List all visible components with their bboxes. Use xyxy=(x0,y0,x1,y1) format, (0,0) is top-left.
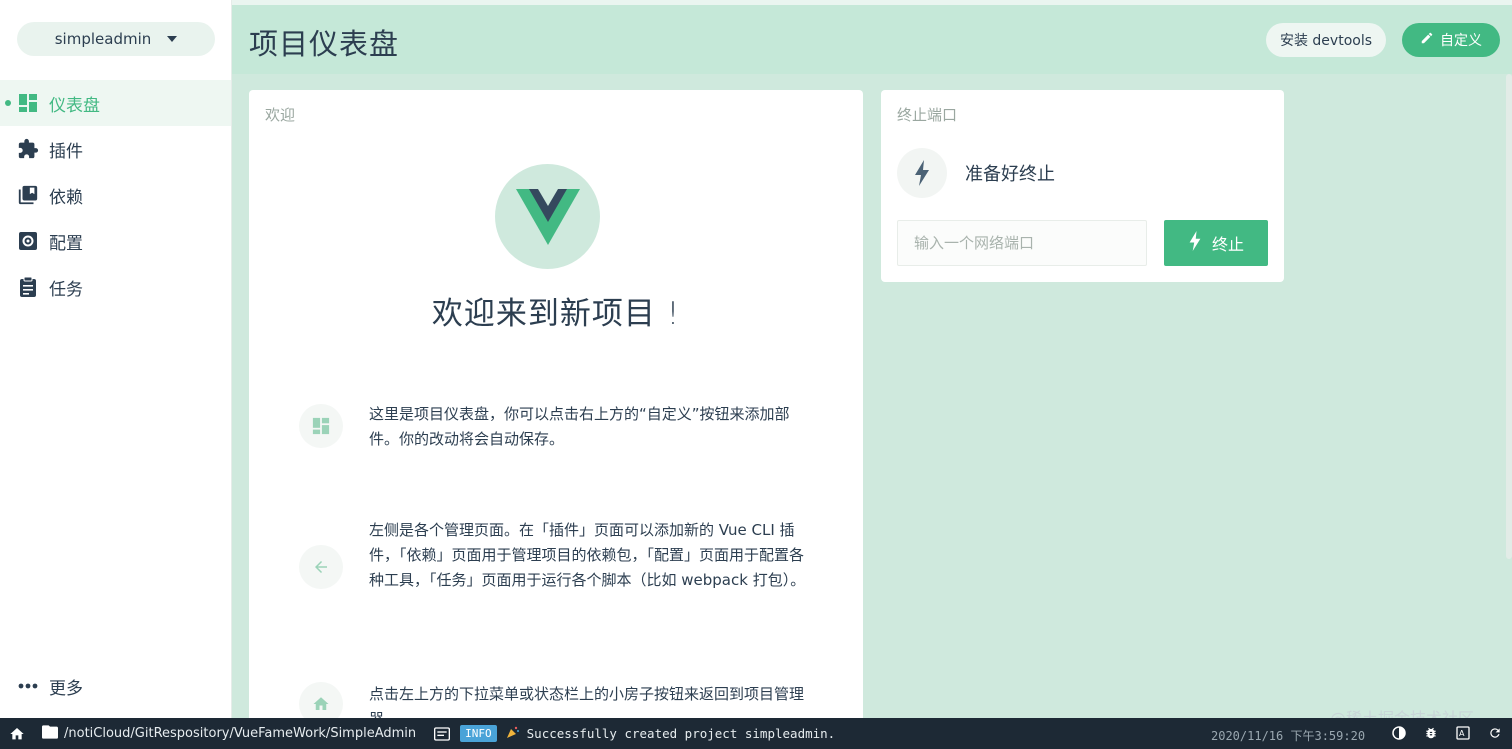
sidebar-item-tasks[interactable]: 任务 xyxy=(0,264,231,310)
welcome-widget: 欢迎 欢迎来到新项目 ! 这里是项目仪表盘，你可以点击右上方的“自定义”按钮来添… xyxy=(249,90,863,730)
widget-title: 欢迎 xyxy=(265,106,296,124)
sidebar-item-dependencies[interactable]: 依赖 xyxy=(0,172,231,218)
sidebar-item-label: 任务 xyxy=(49,279,83,300)
sidebar-item-config[interactable]: 配置 xyxy=(0,218,231,264)
vue-logo xyxy=(495,164,600,269)
sidebar-item-dashboard[interactable]: 仪表盘 xyxy=(0,80,231,126)
refresh-icon[interactable] xyxy=(1486,724,1504,742)
more-dots-icon xyxy=(17,683,39,689)
lightning-icon xyxy=(897,148,947,198)
port-input[interactable] xyxy=(897,220,1147,266)
tip-text: 这里是项目仪表盘，你可以点击右上方的“自定义”按钮来添加部件。你的改动将会自动保… xyxy=(369,405,790,448)
home-icon[interactable] xyxy=(2,726,32,742)
project-selector-label: simpleadmin xyxy=(54,30,152,48)
arrow-left-icon xyxy=(299,545,343,589)
project-path[interactable]: /notiCloud/GitRespository/VueFameWork/Si… xyxy=(42,724,417,743)
caret-down-icon xyxy=(167,36,178,42)
kill-status-text: 准备好终止 xyxy=(965,164,1055,185)
sidebar-item-label: 仪表盘 xyxy=(49,95,100,116)
project-path-text: /notiCloud/GitRespository/VueFameWork/Si… xyxy=(64,726,417,741)
log-level-badge: INFO xyxy=(460,725,497,742)
page-title: 项目仪表盘 xyxy=(249,27,400,61)
library-icon xyxy=(17,184,39,206)
clipboard-icon xyxy=(17,276,39,298)
puzzle-icon xyxy=(17,138,39,160)
dark-mode-toggle-icon[interactable] xyxy=(1390,724,1408,742)
active-indicator xyxy=(5,100,11,106)
install-devtools-label: 安装 devtools xyxy=(1279,33,1373,49)
bug-icon[interactable] xyxy=(1422,724,1440,742)
dashboard-icon xyxy=(17,92,39,114)
sidebar-item-label: 插件 xyxy=(49,141,83,162)
tip-text: 左侧是各个管理页面。在「插件」页面可以添加新的 Vue CLI 插件，「依赖」页… xyxy=(369,521,806,589)
party-popper-icon xyxy=(506,726,519,741)
sidebar-item-plugins[interactable]: 插件 xyxy=(0,126,231,172)
console-log-icon[interactable] xyxy=(434,726,451,741)
statusbar-actions: A xyxy=(1390,724,1504,742)
dashboard-icon xyxy=(299,404,343,448)
sidebar-item-label: 配置 xyxy=(49,233,83,254)
sidebar-item-label: 依赖 xyxy=(49,187,83,208)
widget-title: 终止端口 xyxy=(897,106,958,124)
translate-icon[interactable]: A xyxy=(1454,724,1472,742)
log-message[interactable]: Successfully created project simpleadmin… xyxy=(506,726,836,741)
page-header: 项目仪表盘 安装 devtools 自定义 xyxy=(232,0,1512,74)
kill-port-widget: 终止端口 准备好终止 终止 xyxy=(881,90,1284,282)
log-timestamp: 2020/11/16 下午3:59:20 xyxy=(1211,729,1366,743)
customize-button[interactable]: 自定义 xyxy=(1402,23,1500,57)
status-bar: /notiCloud/GitRespository/VueFameWork/Si… xyxy=(0,718,1512,749)
log-message-text: Successfully created project simpleadmin… xyxy=(526,726,836,741)
sidebar: simpleadmin 仪表盘 插件 依赖 配置 任务 更多 xyxy=(0,0,232,718)
customize-label: 自定义 xyxy=(1440,33,1482,49)
sidebar-nav: 仪表盘 插件 依赖 配置 任务 xyxy=(0,80,231,310)
install-devtools-button[interactable]: 安装 devtools xyxy=(1266,23,1386,57)
gear-icon xyxy=(17,230,39,252)
sidebar-item-more[interactable]: 更多 xyxy=(0,664,231,708)
lightning-icon xyxy=(1188,231,1202,255)
kill-button-label: 终止 xyxy=(1211,235,1244,254)
kill-status-row: 准备好终止 xyxy=(897,148,1055,198)
project-selector[interactable]: simpleadmin xyxy=(17,22,215,56)
sidebar-more-label: 更多 xyxy=(49,678,83,699)
page-scrollbar[interactable] xyxy=(1506,74,1512,559)
welcome-heading: 欢迎来到新项目 ! xyxy=(431,296,681,332)
pencil-icon xyxy=(1420,31,1434,49)
svg-text:A: A xyxy=(1459,729,1465,738)
kill-button[interactable]: 终止 xyxy=(1164,220,1268,266)
folder-icon xyxy=(42,724,58,743)
